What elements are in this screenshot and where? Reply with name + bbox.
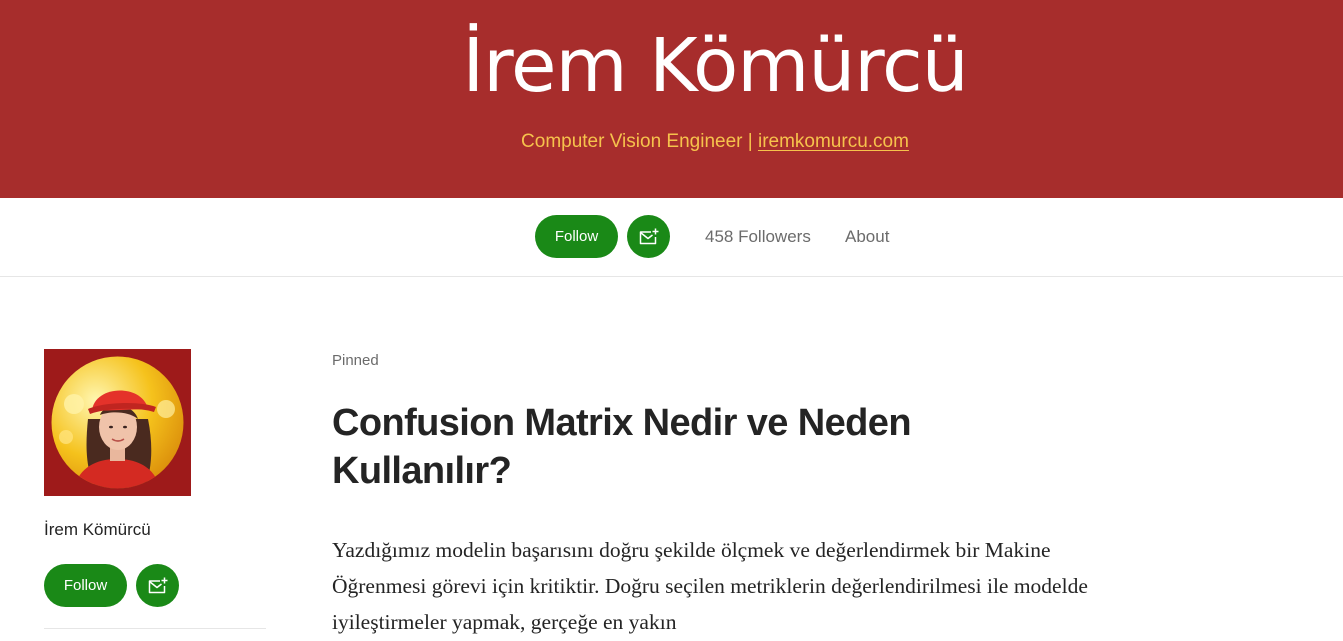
avatar[interactable] [44, 349, 191, 496]
profile-nav-bar: Follow 458 Followers About [0, 198, 1343, 277]
mail-plus-icon [639, 228, 658, 244]
subscribe-email-button[interactable] [627, 215, 670, 258]
banner-subtitle-text: Computer Vision Engineer | [521, 131, 758, 152]
banner-title: İrem Kömürcü [462, 23, 968, 109]
banner-subtitle: Computer Vision Engineer | iremkomurcu.c… [0, 131, 1343, 153]
website-link[interactable]: iremkomurcu.com [758, 131, 909, 152]
follow-button[interactable]: Follow [535, 215, 618, 258]
profile-banner: İrem Kömürcü Computer Vision Engineer | … [0, 0, 1343, 198]
post-excerpt[interactable]: Yazdığımız modelin başarısını doğru şeki… [332, 532, 1112, 640]
pinned-label: Pinned [332, 352, 379, 369]
followers-link[interactable]: 458 Followers [705, 227, 811, 247]
mail-plus-icon [148, 577, 167, 593]
sidebar-subscribe-email-button[interactable] [136, 564, 179, 607]
sidebar-follow-button[interactable]: Follow [44, 564, 127, 607]
post-title[interactable]: Confusion Matrix Nedir ve Neden Kullanıl… [332, 399, 1032, 495]
profile-photo [51, 356, 184, 489]
sidebar-divider [44, 628, 266, 629]
about-link[interactable]: About [845, 227, 889, 247]
sidebar-author-name[interactable]: İrem Kömürcü [44, 520, 151, 540]
